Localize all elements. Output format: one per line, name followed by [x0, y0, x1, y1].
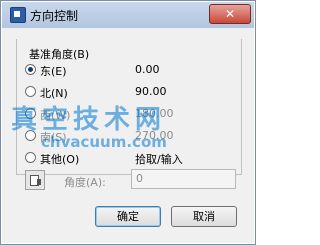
dialog-title: 方向控制 [30, 9, 79, 23]
option-other[interactable]: 其他(O) 拾取/输入 [25, 150, 240, 166]
dialog-window: 方向控制 ✕ 基准角度(B) 东(E) 0.00 北(N) 90.00 西(W)… [0, 0, 256, 245]
option-north-value: 90.00 [135, 85, 167, 98]
ok-button[interactable]: 确定 [95, 206, 161, 227]
close-button[interactable]: ✕ [209, 4, 251, 24]
option-east-label: 东(E) [40, 65, 67, 78]
option-south-label: 南(S) [40, 131, 67, 144]
option-west[interactable]: 西(W) 180.00 [25, 106, 240, 122]
base-angle-group: 基准角度(B) 东(E) 0.00 北(N) 90.00 西(W) 180.00… [16, 39, 242, 175]
pick-angle-button[interactable] [25, 170, 45, 190]
option-east[interactable]: 东(E) 0.00 [25, 62, 240, 78]
title-bar[interactable]: 方向控制 ✕ [2, 2, 254, 28]
radio-west[interactable] [25, 108, 36, 119]
option-west-value: 180.00 [135, 107, 174, 120]
app-icon [10, 7, 26, 23]
option-east-value: 0.00 [135, 63, 160, 76]
cancel-button[interactable]: 取消 [171, 206, 237, 227]
option-other-value: 拾取/输入 [135, 153, 183, 166]
option-north-label: 北(N) [40, 87, 68, 100]
option-other-label: 其他(O) [40, 153, 80, 166]
option-north[interactable]: 北(N) 90.00 [25, 84, 240, 100]
radio-east[interactable] [25, 64, 36, 75]
option-south[interactable]: 南(S) 270.00 [25, 128, 240, 144]
radio-north[interactable] [25, 86, 36, 97]
angle-input[interactable]: 0 [131, 169, 236, 189]
option-south-value: 270.00 [135, 129, 174, 142]
radio-south[interactable] [25, 130, 36, 141]
dialog-body: 基准角度(B) 东(E) 0.00 北(N) 90.00 西(W) 180.00… [2, 28, 254, 243]
radio-other[interactable] [25, 152, 36, 163]
option-west-label: 西(W) [40, 109, 71, 122]
angle-label: 角度(A): [64, 176, 106, 189]
group-title: 基准角度(B) [27, 46, 92, 62]
